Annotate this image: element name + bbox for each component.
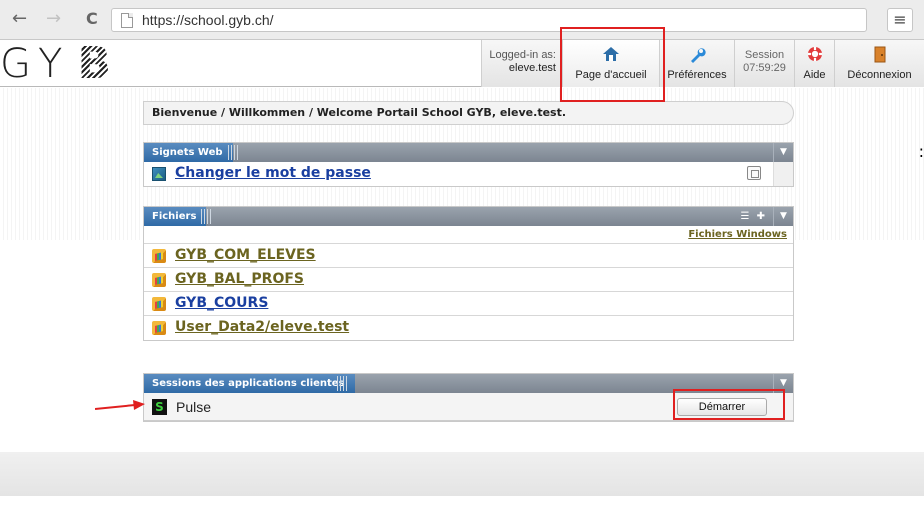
session-timer: 07:59:29 xyxy=(743,62,786,74)
welcome-bar: Bienvenue / Willkommen / Welcome Portail… xyxy=(143,101,794,125)
bookmark-row: Changer le mot de passe xyxy=(144,162,793,186)
door-icon xyxy=(835,46,924,67)
file-row: GYB_BAL_PROFS xyxy=(144,268,793,292)
gyb-logo: GY B xyxy=(0,38,111,89)
help-label: Aide xyxy=(803,69,826,81)
bookmarks-panel: Signets Web ▼ Changer le mot de passe xyxy=(143,142,794,187)
windows-files-row: Fichiers Windows xyxy=(144,226,793,244)
files-panel-title: Fichiers xyxy=(144,207,207,226)
preferences-label: Préférences xyxy=(667,69,727,81)
cursor-mark: : xyxy=(918,142,924,161)
file-link[interactable]: GYB_COURS xyxy=(175,295,268,311)
annotation-highlight-home xyxy=(560,27,665,102)
address-bar[interactable]: https://school.gyb.ch/ xyxy=(111,8,867,32)
drag-handle[interactable] xyxy=(201,209,213,224)
file-row: User_Data2/eleve.test xyxy=(144,316,793,340)
wrench-icon xyxy=(660,46,734,68)
file-row: GYB_COM_ELEVES xyxy=(144,244,793,268)
file-link[interactable]: GYB_BAL_PROFS xyxy=(175,271,304,287)
sessions-panel-title: Sessions des applications clientes xyxy=(144,374,355,393)
forward-arrow-icon[interactable]: → xyxy=(46,10,61,28)
file-link[interactable]: GYB_COM_ELEVES xyxy=(175,247,316,263)
logged-in-user: eleve.test xyxy=(508,62,556,74)
file-link[interactable]: User_Data2/eleve.test xyxy=(175,319,349,335)
annotation-arrow xyxy=(95,400,145,410)
back-arrow-icon[interactable]: ← xyxy=(12,10,27,28)
browser-toolbar: ← → C https://school.gyb.ch/ ≡ xyxy=(0,0,924,40)
session-label: Session xyxy=(744,49,785,61)
logged-in-info: Logged-in as: eleve.test xyxy=(481,40,562,87)
files-panel-header: Fichiers ☰ ✚ ▼ xyxy=(144,207,793,226)
annotation-highlight-start xyxy=(673,389,785,420)
collapse-caret-icon[interactable]: ▼ xyxy=(773,143,793,162)
row-edge xyxy=(773,162,793,186)
logout-button[interactable]: Déconnexion xyxy=(834,40,924,87)
bookmark-link[interactable]: Changer le mot de passe xyxy=(175,165,371,181)
network-folder-icon xyxy=(152,321,166,335)
browser-menu-icon[interactable]: ≡ xyxy=(887,8,913,32)
windows-files-link[interactable]: Fichiers Windows xyxy=(688,229,787,240)
open-window-icon[interactable] xyxy=(747,166,761,180)
network-folder-icon xyxy=(152,273,166,287)
network-folder-icon xyxy=(152,249,166,263)
collapse-caret-icon[interactable]: ▼ xyxy=(773,207,793,226)
app-header: GY B Logged-in as: eleve.test Page d'acc… xyxy=(0,40,924,87)
session-info: Session 07:59:29 xyxy=(734,40,794,87)
bookmarks-panel-header: Signets Web ▼ xyxy=(144,143,793,162)
footer-band xyxy=(0,452,924,496)
logout-label: Déconnexion xyxy=(847,69,912,81)
files-panel: Fichiers ☰ ✚ ▼ Fichiers Windows GYB_COM_… xyxy=(143,206,794,341)
file-row: GYB_COURS xyxy=(144,292,793,316)
drag-handle[interactable] xyxy=(228,145,240,160)
network-folder-icon xyxy=(152,297,166,311)
preferences-button[interactable]: Préférences xyxy=(659,40,734,87)
reload-icon[interactable]: C xyxy=(86,10,98,28)
page-icon xyxy=(121,13,133,28)
web-link-icon xyxy=(152,167,166,181)
session-app-label: Pulse xyxy=(176,399,212,415)
view-options-icon[interactable]: ☰ ✚ xyxy=(740,209,767,224)
logged-in-label: Logged-in as: xyxy=(489,49,556,61)
pulse-app-icon: S xyxy=(152,399,167,415)
url-text[interactable]: https://school.gyb.ch/ xyxy=(142,12,274,28)
help-button[interactable]: Aide xyxy=(794,40,834,87)
lifebuoy-icon xyxy=(795,46,834,66)
drag-handle[interactable] xyxy=(337,376,349,391)
bookmarks-panel-title: Signets Web xyxy=(144,143,233,162)
